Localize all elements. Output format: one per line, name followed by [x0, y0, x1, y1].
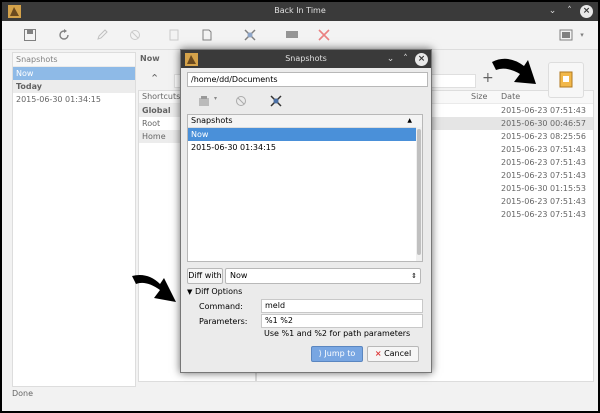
- snapshots-button[interactable]: [548, 62, 584, 98]
- list-item[interactable]: 2015-06-30 01:34:15: [188, 141, 422, 154]
- cancel-button[interactable]: × Cancel: [367, 346, 419, 362]
- diff-select-value: Now: [230, 271, 248, 280]
- jump-label: Jump to: [324, 349, 356, 358]
- jump-to-button[interactable]: ⟩ Jump to: [311, 346, 363, 362]
- settings-icon[interactable]: [269, 94, 283, 108]
- path-field[interactable]: /home/dd/Documents: [187, 72, 428, 87]
- parameters-label: Parameters:: [199, 317, 248, 326]
- window-title: Back In Time: [274, 6, 326, 15]
- close-icon[interactable]: ×: [415, 53, 428, 66]
- snapshots-icon: [559, 71, 573, 88]
- diff-with-button[interactable]: Diff with: [187, 268, 223, 284]
- main-window: Back In Time ⌄ ˄ × ▾ Snapshots Now Today…: [2, 2, 598, 411]
- pointer-arrow-icon: [132, 275, 176, 302]
- chevron-updown-icon: ⇕: [411, 272, 417, 280]
- scrollbar-thumb[interactable]: [417, 129, 421, 255]
- dialog-toolbar: ▾: [187, 90, 425, 112]
- remove-icon[interactable]: [235, 95, 247, 107]
- cancel-label: Cancel: [384, 349, 412, 358]
- command-field[interactable]: meld: [261, 299, 423, 313]
- maximize-icon[interactable]: ˄: [399, 53, 412, 66]
- diff-options-toggle[interactable]: ▼ Diff Options: [187, 287, 242, 296]
- maximize-icon[interactable]: ˄: [563, 5, 576, 18]
- diff-snapshot-select[interactable]: Now ⇕: [225, 268, 421, 284]
- command-label: Command:: [199, 302, 243, 311]
- list-item[interactable]: Now: [188, 128, 422, 141]
- chevron-up-icon[interactable]: ▲: [407, 115, 412, 127]
- minimize-icon[interactable]: ⌄: [546, 5, 559, 18]
- jump-icon: ⟩: [318, 349, 322, 358]
- parameters-field[interactable]: %1 %2: [261, 314, 423, 328]
- chevron-down-icon[interactable]: ▾: [214, 95, 217, 102]
- window-titlebar: Back In Time ⌄ ˄ ×: [2, 2, 598, 21]
- minimize-icon[interactable]: ⌄: [384, 53, 397, 66]
- snapshots-dialog: Snapshots ⌄ ˄ × /home/dd/Documents ▾ Sna…: [180, 49, 432, 373]
- snapshot-list-header: Snapshots ▲: [188, 115, 422, 128]
- pointer-arrow-icon: [492, 58, 536, 84]
- diff-options-label: Diff Options: [194, 287, 243, 296]
- restore-icon[interactable]: [197, 94, 211, 108]
- close-icon[interactable]: ×: [580, 5, 593, 18]
- snapshot-list: Snapshots ▲ Now 2015-06-30 01:34:15: [187, 114, 423, 262]
- dialog-titlebar: Snapshots ⌄ ˄ ×: [181, 50, 431, 68]
- expand-triangle-icon: ▼: [187, 288, 193, 296]
- list-header-label: Snapshots: [191, 116, 233, 125]
- cancel-icon: ×: [374, 349, 382, 358]
- scrollbar[interactable]: [416, 127, 422, 261]
- parameters-hint: Use %1 and %2 for path parameters: [264, 329, 411, 338]
